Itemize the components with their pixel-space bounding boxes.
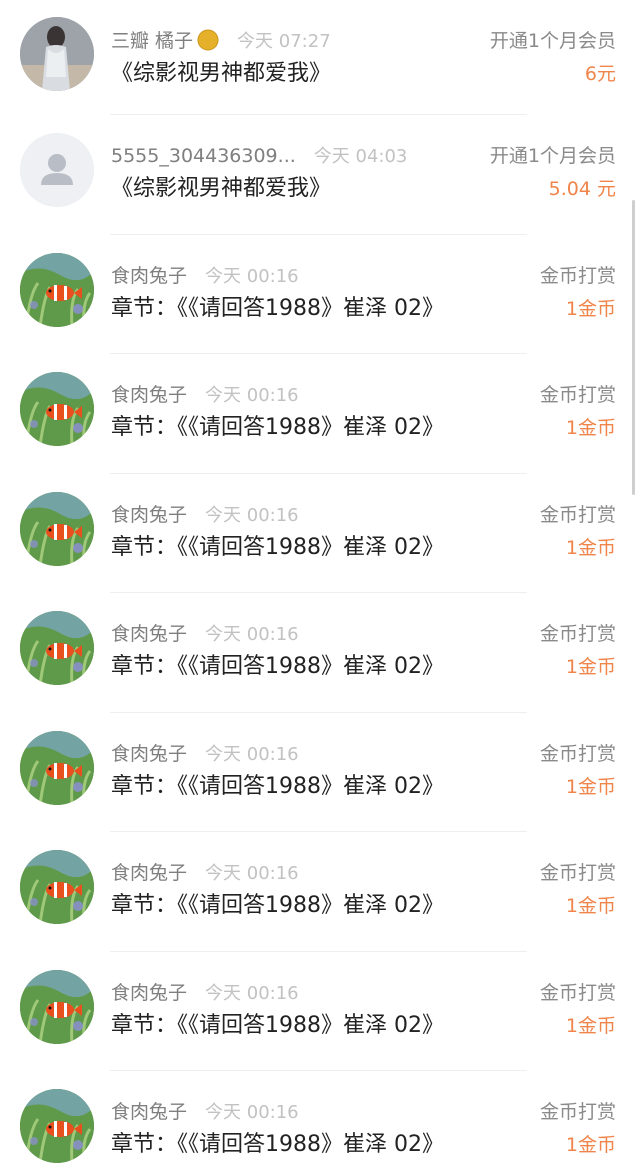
- record-type: 金币打赏: [539, 1101, 616, 1123]
- clownfish-photo-icon: [20, 611, 94, 685]
- list-item[interactable]: 食肉兔子 今天 00:16 章节：《《请回答1988》崔泽 02》 金币打赏 1金…: [0, 832, 640, 952]
- user-photo-icon: [20, 17, 94, 91]
- default-user-icon: [20, 133, 94, 207]
- user-name[interactable]: 三瓣 橘子: [111, 30, 193, 52]
- clownfish-photo-icon: [20, 252, 94, 327]
- name-line: 5555_304436309... 今天 04:03: [111, 143, 407, 169]
- name-line: 食肉兔子 今天 00:16: [111, 980, 299, 1006]
- record-type: 金币打赏: [539, 742, 616, 765]
- record-content: 章节：《《请回答1988》崔泽 02》: [111, 415, 444, 440]
- list-item[interactable]: 5555_304436309... 今天 04:03 《综影视男神都爱我》 开通1…: [0, 115, 640, 235]
- timestamp: 今天 00:16: [205, 265, 299, 287]
- record-type: 金币打赏: [539, 981, 616, 1004]
- clownfish-photo-icon: [20, 372, 94, 446]
- record-content: 《综影视男神都爱我》: [111, 176, 332, 201]
- reward-records-page: 三瓣 橘子 今天 07:27 《综影视男神都爱我》 开通1个月会员 6元 5555…: [0, 0, 640, 1170]
- name-line: 食肉兔子 今天 00:16: [111, 502, 299, 528]
- record-amount: 1金币: [565, 536, 616, 559]
- list-item[interactable]: 食肉兔子 今天 00:16 章节：《《请回答1988》崔泽 02》 金币打赏 1金…: [0, 952, 640, 1071]
- timestamp: 今天 00:16: [205, 1102, 299, 1123]
- list-item[interactable]: 食肉兔子 今天 00:16 章节：《《请回答1988》崔泽 02》 金币打赏 1金…: [0, 593, 640, 713]
- user-name[interactable]: 食肉兔子: [111, 384, 187, 406]
- name-line: 食肉兔子 今天 00:16: [111, 860, 299, 886]
- list-item[interactable]: 三瓣 橘子 今天 07:27 《综影视男神都爱我》 开通1个月会员 6元: [0, 0, 640, 115]
- record-content: 《综影视男神都爱我》: [111, 61, 332, 86]
- avatar[interactable]: [20, 133, 94, 207]
- reward-list[interactable]: 三瓣 橘子 今天 07:27 《综影视男神都爱我》 开通1个月会员 6元 5555…: [0, 0, 640, 1170]
- timestamp: 今天 00:16: [205, 385, 299, 406]
- record-amount: 1金币: [565, 775, 616, 798]
- avatar[interactable]: [20, 1089, 94, 1163]
- name-line: 食肉兔子 今天 00:16: [111, 1099, 299, 1125]
- name-line: 食肉兔子 今天 00:16: [111, 382, 299, 408]
- user-name[interactable]: 食肉兔子: [111, 982, 187, 1004]
- clownfish-photo-icon: [20, 730, 94, 805]
- clownfish-photo-icon: [20, 1089, 94, 1163]
- record-type: 开通1个月会员: [489, 30, 616, 52]
- timestamp: 今天 00:16: [205, 624, 299, 645]
- record-content: 章节：《《请回答1988》崔泽 02》: [111, 893, 444, 918]
- timestamp: 今天 04:03: [313, 146, 408, 167]
- record-type: 开通1个月会员: [489, 145, 616, 167]
- avatar[interactable]: [20, 372, 94, 446]
- record-amount: 1金币: [565, 297, 616, 320]
- record-type: 金币打赏: [539, 503, 616, 526]
- record-type: 金币打赏: [539, 862, 616, 884]
- record-type: 金币打赏: [539, 623, 616, 645]
- record-content: 章节：《《请回答1988》崔泽 02》: [111, 534, 444, 560]
- avatar[interactable]: [20, 850, 94, 924]
- scrollbar[interactable]: [632, 200, 635, 495]
- avatar[interactable]: [20, 730, 94, 805]
- list-item[interactable]: 食肉兔子 今天 00:16 章节：《《请回答1988》崔泽 02》 金币打赏 1金…: [0, 235, 640, 354]
- user-name[interactable]: 5555_304436309...: [111, 145, 296, 167]
- record-amount: 1金币: [565, 1134, 616, 1156]
- avatar[interactable]: [20, 491, 94, 566]
- avatar[interactable]: [20, 17, 94, 91]
- list-item[interactable]: 食肉兔子 今天 00:16 章节：《《请回答1988》崔泽 02》 金币打赏 1金…: [0, 1071, 640, 1170]
- name-line: 三瓣 橘子 今天 07:27: [111, 28, 331, 54]
- record-amount: 1金币: [565, 656, 616, 678]
- record-amount: 1金币: [565, 895, 616, 917]
- avatar[interactable]: [20, 611, 94, 685]
- list-item[interactable]: 食肉兔子 今天 00:16 章节：《《请回答1988》崔泽 02》 金币打赏 1金…: [0, 474, 640, 593]
- record-amount: 1金币: [565, 1014, 616, 1037]
- user-name[interactable]: 食肉兔子: [111, 862, 187, 884]
- name-line: 食肉兔子 今天 00:16: [111, 621, 299, 647]
- record-amount: 1金币: [565, 417, 616, 439]
- name-line: 食肉兔子 今天 00:16: [111, 741, 299, 767]
- user-name[interactable]: 食肉兔子: [111, 623, 187, 645]
- moon-badge-icon: [197, 29, 219, 51]
- record-content: 章节：《《请回答1988》崔泽 02》: [111, 295, 444, 321]
- record-type: 金币打赏: [539, 384, 616, 406]
- user-name[interactable]: 食肉兔子: [111, 265, 187, 287]
- clownfish-photo-icon: [20, 491, 94, 566]
- record-amount: 5.04 元: [548, 178, 616, 200]
- user-name[interactable]: 食肉兔子: [111, 743, 187, 765]
- record-content: 章节：《《请回答1988》崔泽 02》: [111, 654, 444, 679]
- timestamp: 今天 07:27: [237, 31, 331, 52]
- record-content: 章节：《《请回答1988》崔泽 02》: [111, 773, 444, 799]
- record-content: 章节：《《请回答1988》崔泽 02》: [111, 1012, 444, 1038]
- timestamp: 今天 00:16: [205, 982, 299, 1004]
- name-line: 食肉兔子 今天 00:16: [111, 263, 299, 289]
- list-item[interactable]: 食肉兔子 今天 00:16 章节：《《请回答1988》崔泽 02》 金币打赏 1金…: [0, 713, 640, 832]
- user-name[interactable]: 食肉兔子: [111, 504, 187, 526]
- record-type: 金币打赏: [539, 264, 616, 287]
- timestamp: 今天 00:16: [205, 743, 299, 765]
- clownfish-photo-icon: [20, 969, 94, 1044]
- user-name[interactable]: 食肉兔子: [111, 1101, 187, 1123]
- timestamp: 今天 00:16: [205, 863, 299, 884]
- record-amount: 6元: [584, 63, 616, 85]
- timestamp: 今天 00:16: [205, 504, 299, 526]
- list-item[interactable]: 食肉兔子 今天 00:16 章节：《《请回答1988》崔泽 02》 金币打赏 1金…: [0, 354, 640, 474]
- avatar[interactable]: [20, 969, 94, 1044]
- avatar[interactable]: [20, 252, 94, 327]
- clownfish-photo-icon: [20, 850, 94, 924]
- record-content: 章节：《《请回答1988》崔泽 02》: [111, 1132, 444, 1157]
